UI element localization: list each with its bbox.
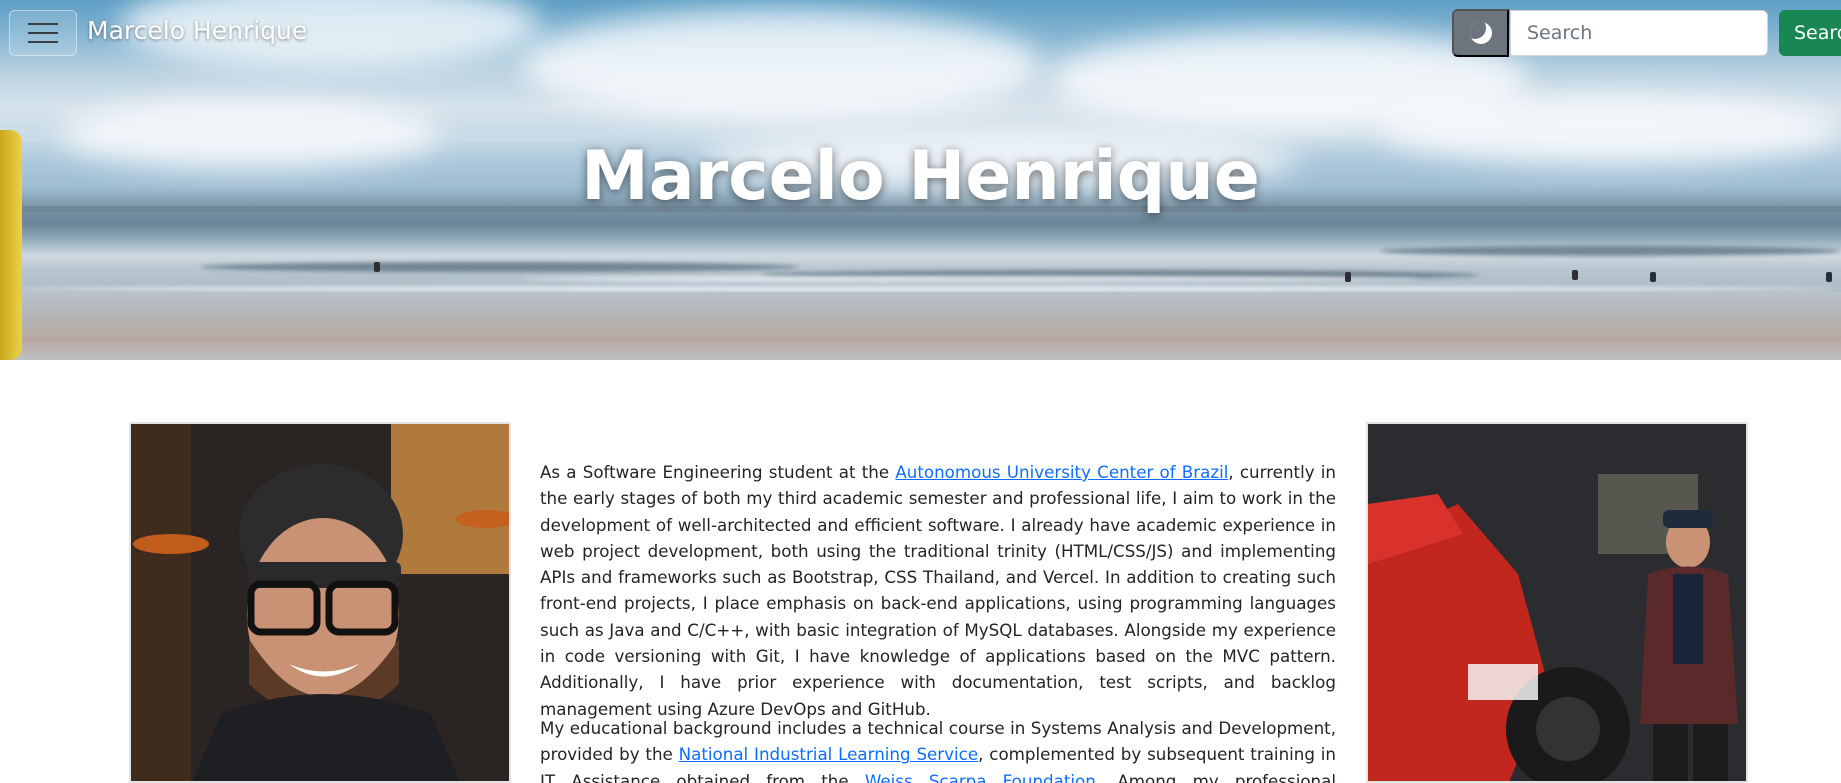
university-link[interactable]: Autonomous University Center of Brazil [895,462,1228,482]
about-paragraph-1: As a Software Engineering student at the… [540,459,1336,722]
about-paragraph-2: My educational background includes a tec… [540,715,1336,783]
sea-wave [1380,246,1840,256]
swimmer [1826,272,1832,282]
car-with-person-image [1368,424,1746,781]
search-button[interactable]: Search [1779,10,1841,56]
swimmer [1572,270,1578,280]
hamburger-icon [28,32,58,34]
navbar-brand[interactable]: Marcelo Henrique [87,16,307,45]
theme-toggle-button[interactable] [1452,9,1509,57]
hamburger-icon [28,41,58,43]
beach-sand [0,292,1841,360]
sea-foam [520,276,1420,282]
swimmer [1345,272,1351,282]
about-text: As a Software Engineering student at the [540,462,896,482]
weiss-scarpa-link[interactable]: Weiss Scarpa Foundation [865,771,1096,783]
about-text: , currently in the early stages of both … [540,462,1336,719]
moon-icon [1469,22,1492,44]
senai-link[interactable]: National Industrial Learning Service [679,744,978,764]
hero-title: Marcelo Henrique [581,137,1260,216]
formula-car-photo [1366,422,1748,783]
profile-photo [129,422,511,783]
sea-wave [200,262,800,272]
menu-toggle-button[interactable] [9,10,77,56]
swimmer [1650,272,1656,282]
swimmer [374,262,380,272]
search-input[interactable] [1510,10,1768,56]
hero-cloud [520,10,1040,120]
hamburger-icon [28,23,58,25]
person-portrait-image [131,424,509,781]
